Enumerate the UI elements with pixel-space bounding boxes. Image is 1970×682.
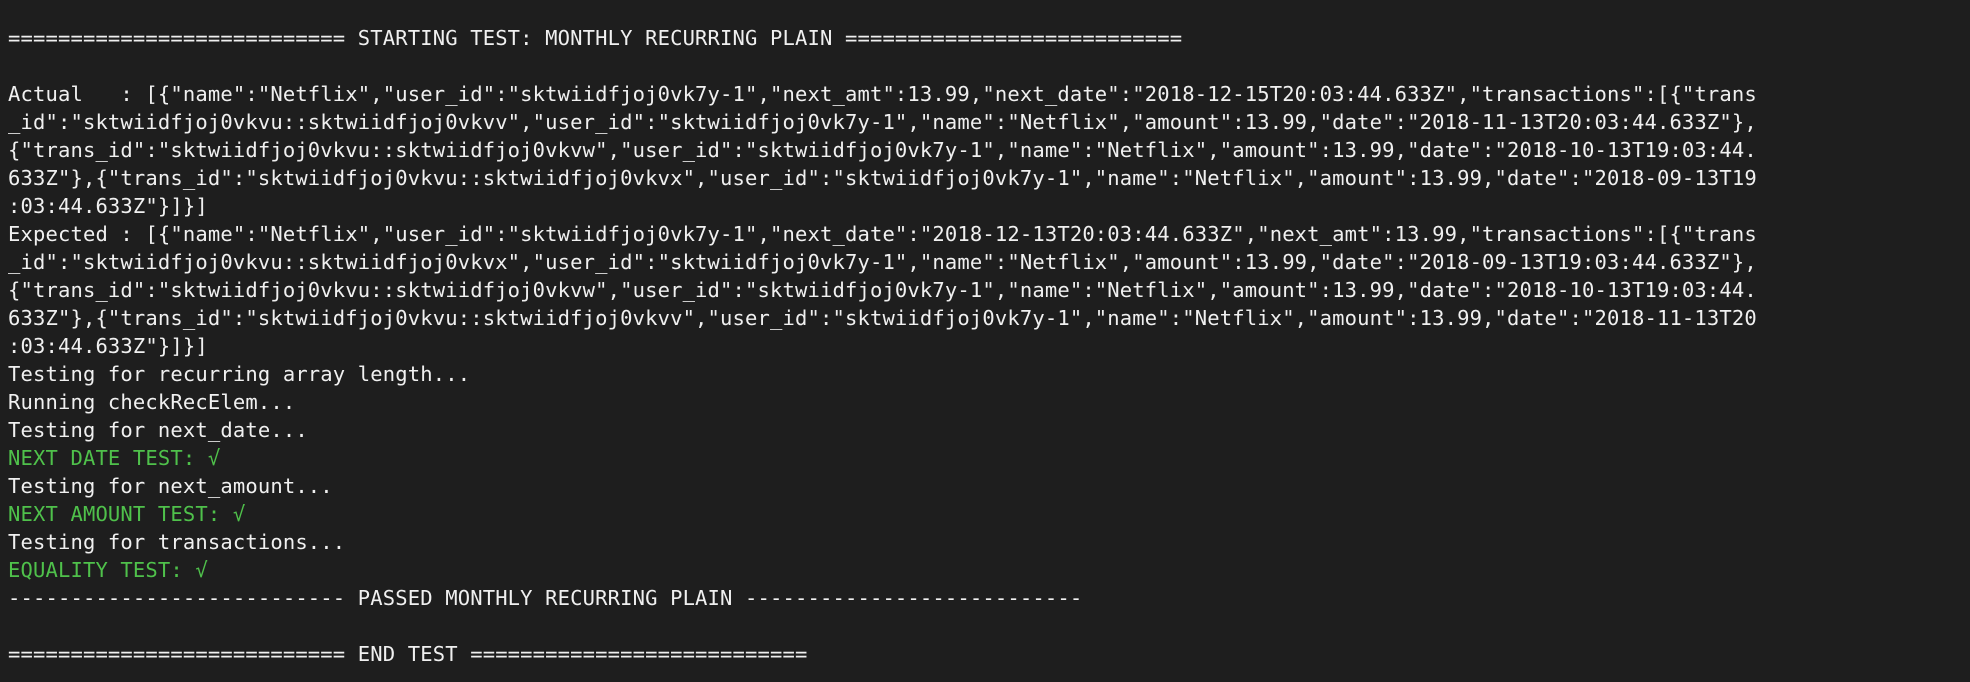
test-passed-footer: --------------------------- PASSED MONTH…: [8, 586, 1083, 610]
actual-output-line: :03:44.633Z"}]}]: [8, 194, 208, 218]
test-start-header: =========================== STARTING TES…: [8, 26, 1183, 50]
actual-output-line: Actual : [{"name":"Netflix","user_id":"s…: [8, 82, 1757, 106]
equality-test-result: EQUALITY TEST: √: [8, 558, 208, 582]
expected-output-line: 633Z"},{"trans_id":"sktwiidfjoj0vkvu::sk…: [8, 306, 1757, 330]
log-testing-next-date: Testing for next_date...: [8, 418, 308, 442]
expected-output-line: Expected : [{"name":"Netflix","user_id":…: [8, 222, 1757, 246]
expected-output-line: _id":"sktwiidfjoj0vkvu::sktwiidfjoj0vkvx…: [8, 250, 1757, 274]
log-testing-array-length: Testing for recurring array length...: [8, 362, 471, 386]
log-testing-next-amount: Testing for next_amount...: [8, 474, 333, 498]
terminal-output[interactable]: =========================== STARTING TES…: [0, 0, 1970, 682]
expected-output-line: :03:44.633Z"}]}]: [8, 334, 208, 358]
actual-output-line: {"trans_id":"sktwiidfjoj0vkvu::sktwiidfj…: [8, 138, 1757, 162]
actual-output-line: 633Z"},{"trans_id":"sktwiidfjoj0vkvu::sk…: [8, 166, 1757, 190]
expected-output-line: {"trans_id":"sktwiidfjoj0vkvu::sktwiidfj…: [8, 278, 1757, 302]
log-running-check: Running checkRecElem...: [8, 390, 296, 414]
next-amount-test-result: NEXT AMOUNT TEST: √: [8, 502, 246, 526]
actual-output-line: _id":"sktwiidfjoj0vkvu::sktwiidfjoj0vkvv…: [8, 110, 1757, 134]
log-testing-transactions: Testing for transactions...: [8, 530, 346, 554]
test-end-footer: =========================== END TEST ===…: [8, 642, 808, 666]
next-date-test-result: NEXT DATE TEST: √: [8, 446, 221, 470]
